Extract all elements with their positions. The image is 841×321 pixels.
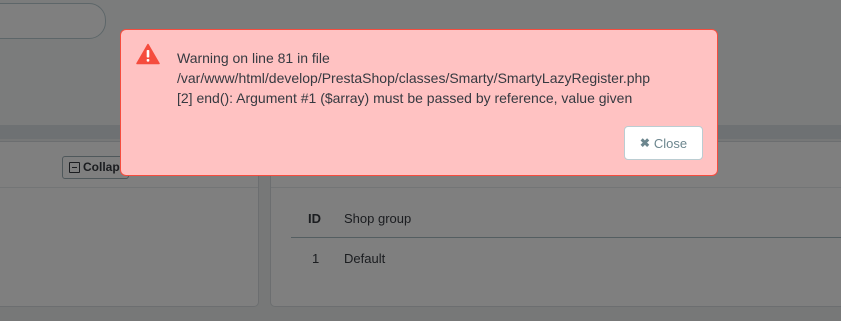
warning-triangle-icon — [136, 43, 160, 65]
close-button[interactable]: ✖ Close — [624, 126, 703, 160]
warning-alert-dialog: Warning on line 81 in file /var/www/html… — [120, 29, 718, 176]
warning-error-detail: [2] end(): Argument #1 ($array) must be … — [177, 90, 633, 106]
close-button-label: Close — [653, 135, 688, 151]
warning-message: Warning on line 81 in file /var/www/html… — [177, 48, 707, 108]
warning-message-line: Warning on line 81 in file — [177, 50, 330, 66]
close-x-icon: ✖ — [639, 136, 650, 150]
warning-file-path: /var/www/html/develop/PrestaShop/classes… — [177, 70, 651, 86]
